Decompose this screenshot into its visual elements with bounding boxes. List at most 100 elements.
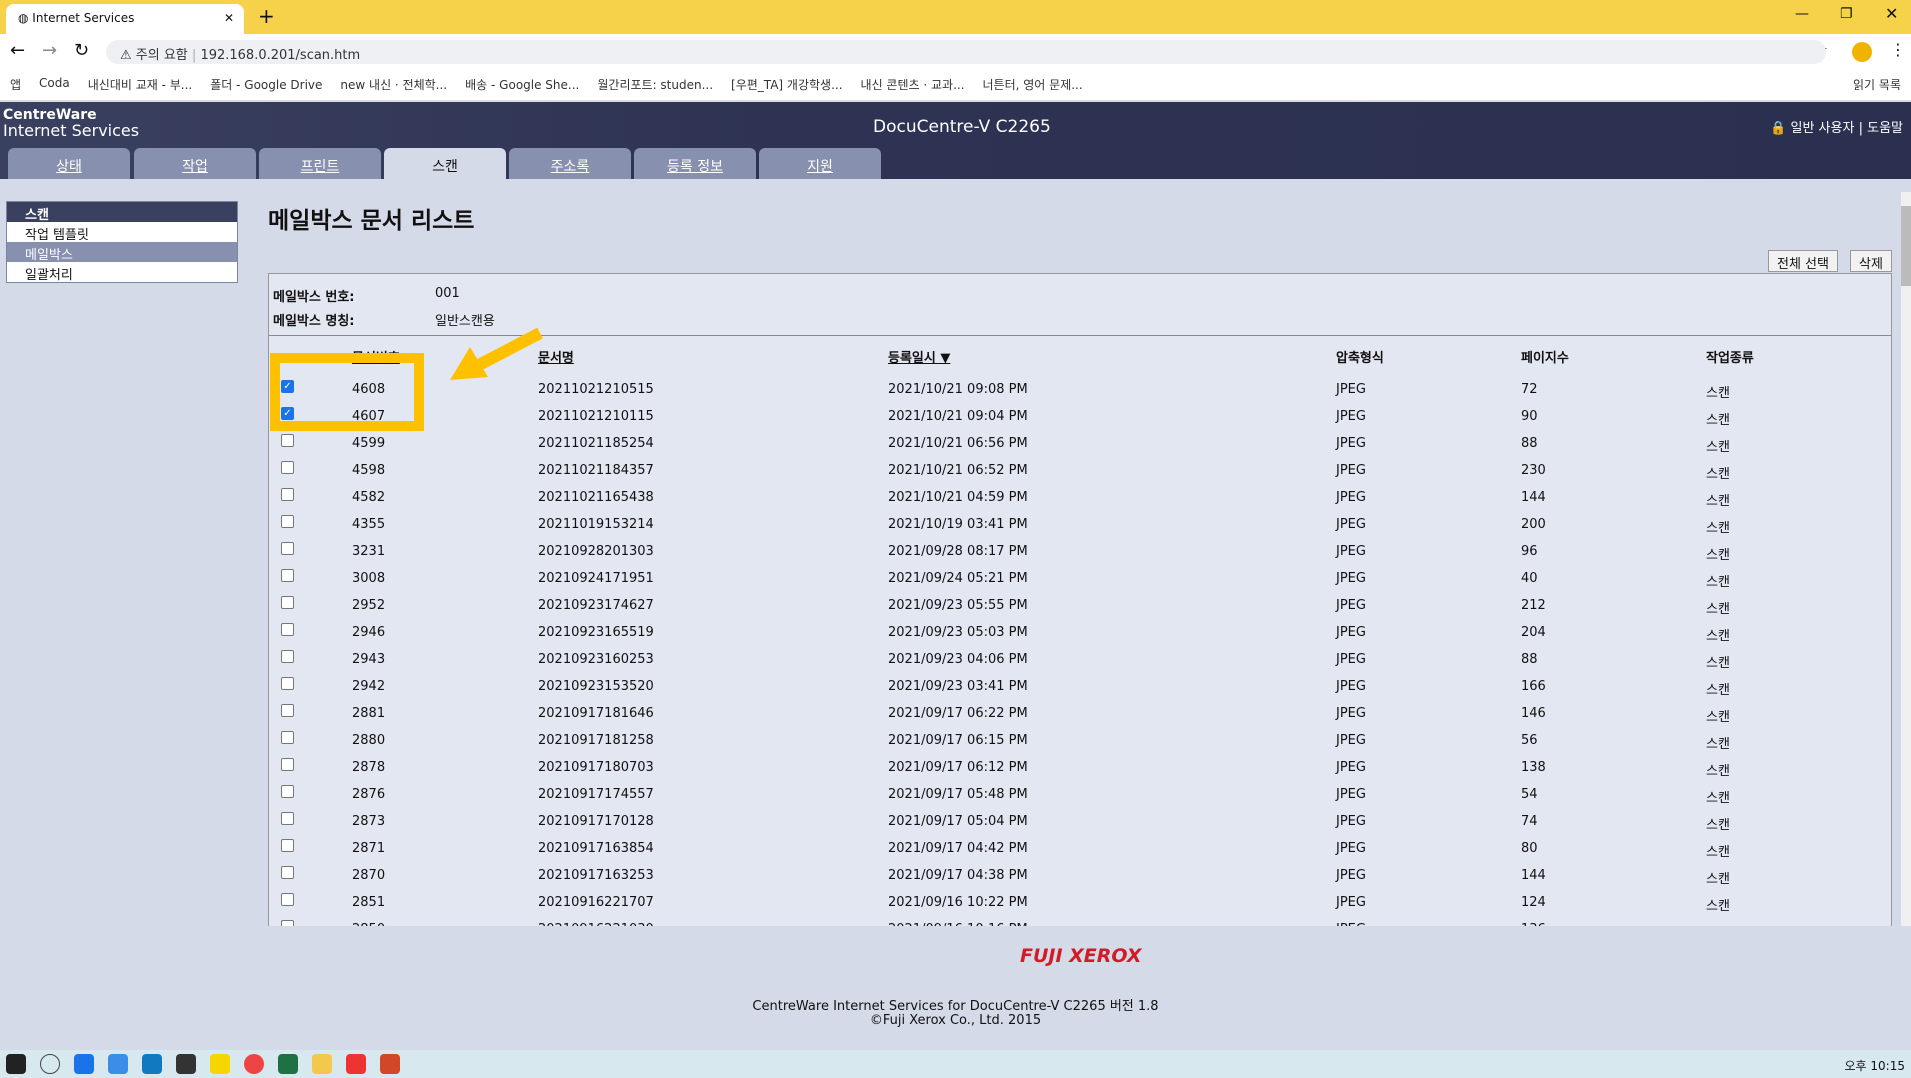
row-checkbox[interactable] — [281, 920, 294, 926]
doc-name: 20210916221030 — [538, 922, 654, 926]
search-icon[interactable] — [40, 1054, 60, 1074]
row-checkbox[interactable] — [281, 677, 294, 690]
kakaotalk-icon[interactable] — [210, 1054, 230, 1074]
table-row: 2871 20210917163854 2021/09/17 04:42 PM JPE… — [269, 839, 1891, 868]
registered-at: 2021/09/17 05:48 PM — [888, 787, 1028, 802]
doc-name: 20211019153214 — [538, 517, 654, 532]
delete-button[interactable]: 삭제 — [1850, 250, 1892, 272]
page-count: 54 — [1521, 787, 1538, 802]
registered-at: 2021/09/24 05:21 PM — [888, 571, 1028, 586]
table-row: 3231 20210928201303 2021/09/28 08:17 PM JPE… — [269, 542, 1891, 571]
row-checkbox[interactable] — [281, 488, 294, 501]
excel-icon[interactable] — [278, 1054, 298, 1074]
tab-address-book[interactable]: 주소록 — [509, 148, 631, 179]
reload-icon[interactable]: ↻ — [74, 40, 89, 61]
mail-icon[interactable] — [142, 1054, 162, 1074]
registered-at: 2021/09/17 05:04 PM — [888, 814, 1028, 829]
minimize-button[interactable]: — — [1795, 6, 1809, 22]
row-checkbox[interactable] — [281, 839, 294, 852]
reading-list[interactable]: 읽기 목록 — [1853, 76, 1901, 93]
table-row: 2873 20210917170128 2021/09/17 05:04 PM JPE… — [269, 812, 1891, 841]
close-window-button[interactable]: ✕ — [1885, 4, 1898, 23]
col-registered[interactable]: 등록일시 ▼ — [888, 347, 950, 366]
lock-icon: 🔒 — [1770, 121, 1787, 136]
close-tab-icon[interactable]: ✕ — [224, 11, 234, 25]
bookmark[interactable]: 배송 - Google She... — [465, 76, 579, 93]
row-checkbox[interactable] — [281, 623, 294, 636]
help-link[interactable]: 도움말 — [1867, 121, 1903, 136]
powerpoint-icon[interactable] — [380, 1054, 400, 1074]
menu-icon[interactable]: ⋮ — [1890, 40, 1906, 59]
pdf-icon[interactable] — [346, 1054, 366, 1074]
row-checkbox[interactable] — [281, 434, 294, 447]
row-checkbox[interactable] — [281, 812, 294, 825]
row-checkbox[interactable] — [281, 893, 294, 906]
bookmark[interactable]: Coda — [39, 76, 70, 93]
start-icon[interactable] — [6, 1054, 26, 1074]
bookmark[interactable]: 내신대비 교재 - 부... — [88, 76, 193, 93]
ie-icon[interactable] — [108, 1054, 128, 1074]
doc-number: 3008 — [352, 571, 386, 586]
job-type: 스캔 — [1706, 494, 1730, 509]
back-icon[interactable]: ← — [10, 40, 25, 61]
tab-status[interactable]: 상태 — [8, 148, 130, 179]
new-tab-button[interactable]: + — [258, 4, 275, 28]
row-checkbox[interactable] — [281, 758, 294, 771]
row-checkbox[interactable] — [281, 866, 294, 879]
edge-icon[interactable] — [74, 1054, 94, 1074]
profile-avatar[interactable] — [1852, 42, 1872, 62]
doc-number: 2952 — [352, 598, 386, 613]
browser-tab[interactable]: ◍ Internet Services ✕ — [6, 4, 244, 34]
row-checkbox[interactable] — [281, 785, 294, 798]
bookmark[interactable]: 내신 콘텐츠 · 교과... — [861, 76, 965, 93]
sidebar-item-templates[interactable]: 작업 템플릿 — [7, 222, 237, 243]
registered-at: 2021/10/21 04:59 PM — [888, 490, 1028, 505]
row-checkbox[interactable] — [281, 731, 294, 744]
doc-name: 20210917163854 — [538, 841, 654, 856]
tab-scan[interactable]: 스캔 — [384, 148, 506, 179]
table-row: 2850 20210916221030 2021/09/16 10:16 PM JPE… — [269, 920, 1891, 926]
restore-button[interactable]: ❐ — [1840, 6, 1853, 22]
row-checkbox[interactable] — [281, 542, 294, 555]
row-checkbox[interactable] — [281, 596, 294, 609]
sidebar-item-mailbox[interactable]: 메일박스 — [7, 242, 237, 263]
row-checkbox[interactable] — [281, 515, 294, 528]
explorer-icon[interactable] — [312, 1054, 332, 1074]
sidebar-item-batch[interactable]: 일괄처리 — [7, 262, 237, 283]
row-checkbox[interactable] — [281, 461, 294, 474]
sidebar-title: 스캔 — [7, 202, 237, 223]
bookmark[interactable]: 폴더 - Google Drive — [210, 76, 322, 93]
page-count: 166 — [1521, 679, 1546, 694]
tab-support[interactable]: 지원 — [759, 148, 881, 179]
tab-properties[interactable]: 등록 정보 — [634, 148, 756, 179]
page-count: 80 — [1521, 841, 1538, 856]
bookmark[interactable]: 너튼터, 영어 문제... — [983, 76, 1083, 93]
format: JPEG — [1336, 733, 1366, 748]
scrollbar[interactable] — [1901, 192, 1911, 926]
warning-icon: ⚠ — [120, 48, 136, 63]
row-checkbox[interactable] — [281, 569, 294, 582]
store-icon[interactable] — [176, 1054, 196, 1074]
doc-number: 2870 — [352, 868, 386, 883]
user-link[interactable]: 일반 사용자 — [1791, 121, 1855, 136]
doc-number: 2851 — [352, 895, 386, 910]
chrome-icon[interactable] — [244, 1054, 264, 1074]
forward-icon[interactable]: → — [42, 40, 57, 61]
tab-jobs[interactable]: 작업 — [134, 148, 256, 179]
select-all-button[interactable]: 전체 선택 — [1768, 250, 1838, 272]
bookmark[interactable]: new 내신 · 전체학... — [340, 76, 447, 93]
url-input[interactable]: ⚠ 주의 요함 | 192.168.0.201/scan.htm — [106, 40, 1826, 64]
format: JPEG — [1336, 571, 1366, 586]
bookmark[interactable]: [우편_TA] 개강학생... — [731, 76, 842, 93]
tab-print[interactable]: 프린트 — [259, 148, 381, 179]
fuji-xerox-logo: FUJI XEROX — [1020, 945, 1142, 967]
page-count: 56 — [1521, 733, 1538, 748]
format: JPEG — [1336, 409, 1366, 424]
registered-at: 2021/10/19 03:41 PM — [888, 517, 1028, 532]
registered-at: 2021/09/16 10:22 PM — [888, 895, 1028, 910]
bookmark[interactable]: 월간리포트: studen... — [597, 76, 713, 93]
job-type: 스캔 — [1706, 710, 1730, 725]
bookmark[interactable]: 앱 — [10, 76, 21, 93]
row-checkbox[interactable] — [281, 704, 294, 717]
row-checkbox[interactable] — [281, 650, 294, 663]
